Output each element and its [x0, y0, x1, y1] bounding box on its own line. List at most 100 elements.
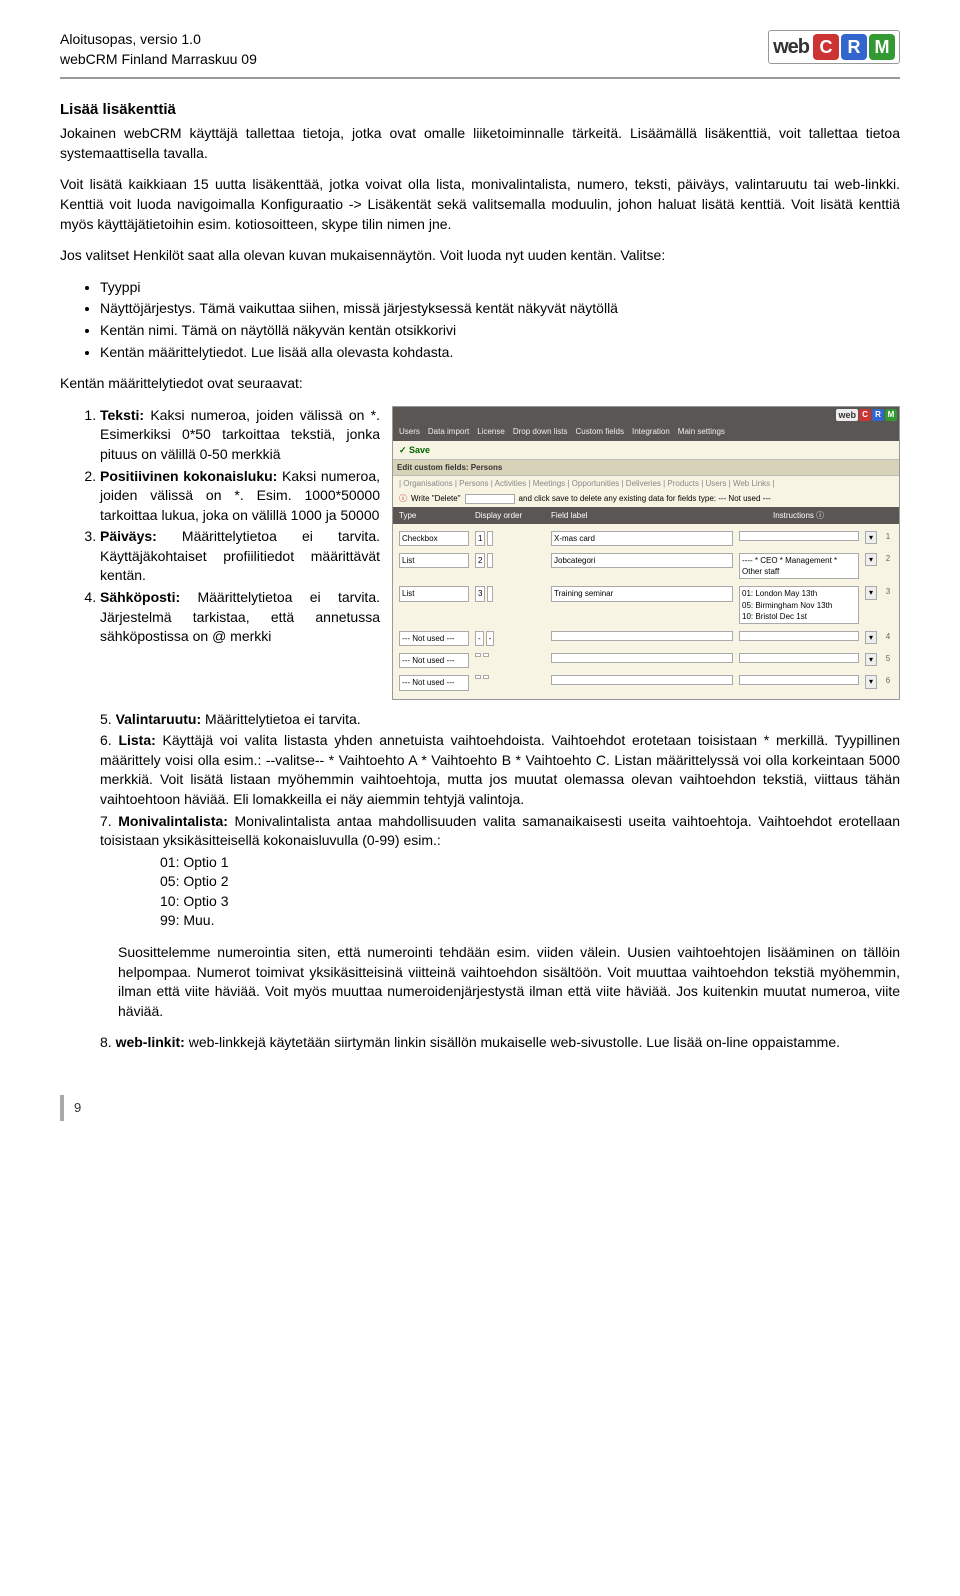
cell-expand: ▾: [865, 586, 877, 599]
cell-order: 2: [475, 553, 545, 568]
cell-order: 3: [475, 586, 545, 601]
paragraph-intro-2: Voit lisätä kaikkiaan 15 uutta lisäkentt…: [60, 175, 900, 234]
cell-type: --- Not used ---: [399, 653, 469, 668]
li-bold: Päiväys:: [100, 528, 157, 544]
table-row: --- Not used --- -- ▾ 4: [399, 628, 893, 650]
paragraph-fielddefs: Kentän määrittelytiedot ovat seuraavat:: [60, 374, 900, 394]
embed-nav: Users Data import License Drop down list…: [393, 423, 899, 440]
list-item: Monivalintalista: Monivalintalista antaa…: [100, 812, 900, 851]
cell-idx: 2: [883, 553, 893, 564]
li-text: web-linkkejä käytetään siirtymän linkin …: [185, 1034, 840, 1050]
cell-label: Training seminar: [551, 586, 733, 601]
cell-type: --- Not used ---: [399, 675, 469, 690]
list-item: Lista: Käyttäjä voi valita listasta yhde…: [100, 731, 900, 809]
section-title: Lisää lisäkenttiä: [60, 99, 900, 120]
paragraph-intro-3: Jos valitset Henkilöt saat alla olevan k…: [60, 246, 900, 266]
logo-web-text: web: [773, 33, 809, 61]
cell-label: X-mas card: [551, 531, 733, 546]
nav-item: Custom fields: [576, 426, 624, 437]
option-line: 99: Muu.: [160, 911, 900, 931]
list-item: Näyttöjärjestys. Tämä vaikuttaa siihen, …: [100, 299, 900, 319]
page-header: Aloitusopas, versio 1.0 webCRM Finland M…: [60, 30, 900, 69]
cell-expand: ▾: [865, 631, 877, 644]
cell-order: 1: [475, 531, 545, 546]
page-number: 9: [60, 1095, 91, 1121]
li-text: Määrittelytietoa ei tarvita.: [201, 711, 361, 727]
li-bold: web-linkit:: [116, 1034, 185, 1050]
li-bold: Sähköposti:: [100, 589, 180, 605]
embed-delete-lead: Write "Delete": [411, 493, 461, 504]
list-item: Sähköposti: Määrittelytietoa ei tarvita.…: [100, 588, 380, 647]
nav-item: Data import: [428, 426, 469, 437]
cell-instr: ---- * CEO * Management * Other staff: [739, 553, 859, 579]
embed-topbar: web C R M: [393, 407, 899, 424]
embed-delete-row: ⓘ Write "Delete" and click save to delet…: [393, 491, 899, 506]
cell-instr: [739, 653, 859, 663]
cell-idx: 1: [883, 531, 893, 542]
embed-table-body: Checkbox 1 X-mas card ▾ 1 List 2 Jobcate…: [393, 524, 899, 699]
th: Display order: [475, 510, 545, 521]
list-item: Kentän nimi. Tämä on näytöllä näkyvän ke…: [100, 321, 900, 341]
two-column-section: Teksti: Kaksi numeroa, joiden välissä on…: [60, 406, 900, 700]
bullet-list: Tyyppi Näyttöjärjestys. Tämä vaikuttaa s…: [100, 278, 900, 362]
cell-idx: 3: [883, 586, 893, 597]
nav-item: Drop down lists: [513, 426, 568, 437]
embed-save: ✓ Save: [393, 441, 899, 460]
table-row: --- Not used --- ▾ 5: [399, 650, 893, 672]
cell-instr: 01: London May 13th 05: Birmingham Nov 1…: [739, 586, 859, 624]
li-text: Käyttäjä voi valita listasta yhden annet…: [100, 732, 900, 807]
cell-type: List: [399, 586, 469, 601]
doc-title: Aloitusopas, versio 1.0: [60, 30, 257, 50]
cell-expand: ▾: [865, 675, 877, 688]
option-line: 05: Optio 2: [160, 872, 900, 892]
embed-section-bar: Edit custom fields: Persons: [393, 459, 899, 476]
li-bold: Lista:: [118, 732, 155, 748]
nav-item: Integration: [632, 426, 670, 437]
cell-expand: ▾: [865, 653, 877, 666]
cell-idx: 4: [883, 631, 893, 642]
embed-delete-rest: and click save to delete any existing da…: [519, 493, 771, 504]
th: Instructions ⓘ: [773, 510, 893, 521]
option-line: 10: Optio 3: [160, 892, 900, 912]
logo-c-box: C: [813, 34, 839, 60]
ordered-list-left: Teksti: Kaksi numeroa, joiden välissä on…: [60, 406, 380, 649]
cell-label: Jobcategori: [551, 553, 733, 568]
embed-logo-c: C: [859, 409, 871, 421]
cell-instr: [739, 675, 859, 685]
nav-item: License: [477, 426, 505, 437]
options-block: 01: Optio 1 05: Optio 2 10: Optio 3 99: …: [160, 853, 900, 931]
list-item: Valintaruutu: Määrittelytietoa ei tarvit…: [100, 710, 900, 730]
table-row: List 2 Jobcategori ---- * CEO * Manageme…: [399, 550, 893, 583]
webcrm-logo: web C R M: [768, 30, 900, 64]
cell-idx: 5: [883, 653, 893, 664]
embed-delete-input: [465, 494, 515, 504]
table-row: List 3 Training seminar 01: London May 1…: [399, 583, 893, 628]
cell-type: List: [399, 553, 469, 568]
ordered-list-8: web-linkit: web-linkkejä käytetään siirt…: [100, 1033, 900, 1053]
cell-instr: [739, 631, 859, 641]
paragraph-intro-1: Jokainen webCRM käyttäjä tallettaa tieto…: [60, 124, 900, 163]
logo-r-box: R: [841, 34, 867, 60]
list-item: Positiivinen kokonaisluku: Kaksi numeroa…: [100, 467, 380, 526]
table-row: Checkbox 1 X-mas card ▾ 1: [399, 528, 893, 550]
nav-item: Users: [399, 426, 420, 437]
header-title-block: Aloitusopas, versio 1.0 webCRM Finland M…: [60, 30, 257, 69]
cell-label: [551, 653, 733, 663]
cell-order: [475, 653, 545, 657]
cell-expand: ▾: [865, 553, 877, 566]
nav-item: Main settings: [678, 426, 725, 437]
cell-idx: 6: [883, 675, 893, 686]
li-bold: Monivalintalista:: [118, 813, 228, 829]
logo-crm-boxes: C R M: [813, 34, 895, 60]
paragraph-recommendation: Suosittelemme numerointia siten, että nu…: [118, 943, 900, 1021]
logo-m-box: M: [869, 34, 895, 60]
li-bold: Positiivinen kokonaisluku:: [100, 468, 277, 484]
th: Type: [399, 510, 469, 521]
embed-table-head: Type Display order Field label Instructi…: [393, 507, 899, 524]
option-line: 01: Optio 1: [160, 853, 900, 873]
cell-expand: ▾: [865, 531, 877, 544]
doc-subtitle: webCRM Finland Marraskuu 09: [60, 50, 257, 70]
embed-logo-web: web: [836, 409, 858, 422]
cell-type: --- Not used ---: [399, 631, 469, 646]
embedded-screenshot: web C R M Users Data import License Drop…: [392, 406, 900, 700]
